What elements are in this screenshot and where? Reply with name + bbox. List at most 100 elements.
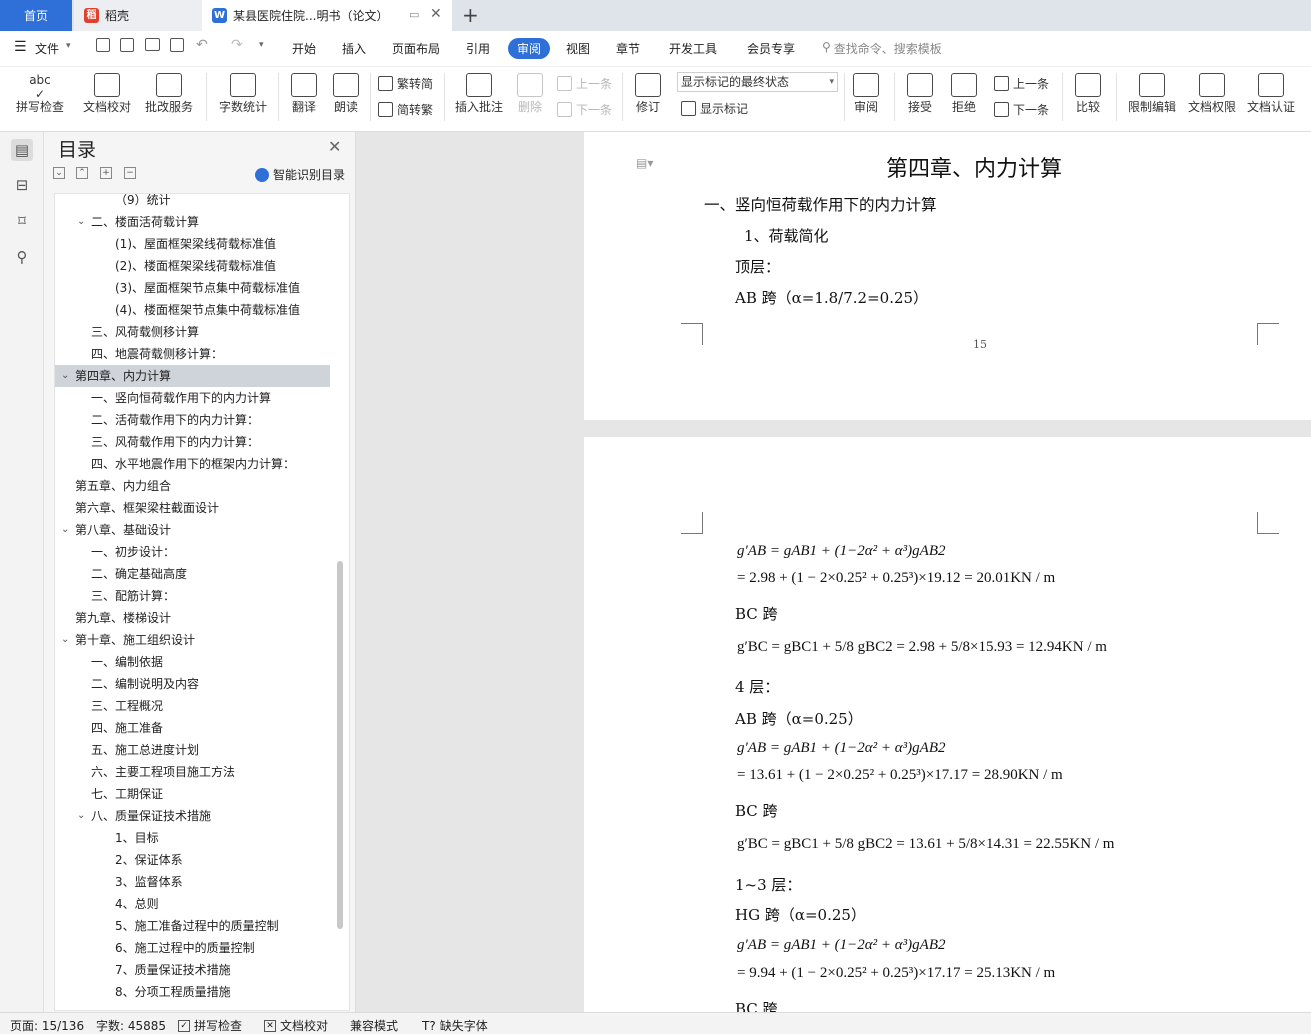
- toc-item[interactable]: 三、风荷载作用下的内力计算：: [55, 431, 330, 453]
- track-changes-button[interactable]: 修订: [628, 67, 668, 129]
- markup-state-select[interactable]: 显示标记的最终状态 ▾: [677, 72, 838, 92]
- chevron-down-icon[interactable]: ▾: [66, 41, 71, 51]
- expand-chevron-icon[interactable]: ⌄: [61, 365, 69, 387]
- add-heading-icon[interactable]: +: [100, 167, 112, 179]
- show-markup-button[interactable]: 显示标记: [681, 100, 748, 117]
- toc-item[interactable]: (4)、楼面框架节点集中荷载标准值: [55, 299, 330, 321]
- next-comment-button[interactable]: 下一条: [557, 101, 612, 118]
- quick-access-dropdown-icon[interactable]: ▾: [259, 40, 264, 50]
- review-pane-button[interactable]: 审阅: [846, 67, 886, 129]
- word-count-button[interactable]: 字数统计: [214, 67, 272, 129]
- toc-item[interactable]: 二、确定基础高度: [55, 563, 330, 585]
- export-pdf-icon[interactable]: [120, 38, 134, 52]
- toc-item[interactable]: 二、编制说明及内容: [55, 673, 330, 695]
- toc-item[interactable]: 四、水平地震作用下的框架内力计算：: [55, 453, 330, 475]
- toc-item[interactable]: 一、初步设计：: [55, 541, 330, 563]
- status-spellcheck[interactable]: ✓ 拼写检查: [178, 1017, 242, 1034]
- toc-icon[interactable]: ▤: [11, 139, 33, 161]
- save-icon[interactable]: [96, 38, 110, 52]
- toc-item[interactable]: 七、工期保证: [55, 783, 330, 805]
- toc-item[interactable]: （9）统计: [55, 194, 330, 211]
- toc-item[interactable]: 二、活荷载作用下的内力计算：: [55, 409, 330, 431]
- remove-heading-icon[interactable]: −: [124, 167, 136, 179]
- toc-item[interactable]: 4、总则: [55, 893, 330, 915]
- toc-item[interactable]: 第五章、内力组合: [55, 475, 330, 497]
- toc-item[interactable]: 6、施工过程中的质量控制: [55, 937, 330, 959]
- toc-item[interactable]: 五、施工总进度计划: [55, 739, 330, 761]
- chapter-nav-icon[interactable]: ⊟: [11, 174, 33, 196]
- expand-chevron-icon[interactable]: ⌄: [77, 805, 85, 827]
- status-doc-proof[interactable]: ✕ 文档校对: [264, 1017, 328, 1034]
- expand-chevron-icon[interactable]: ⌄: [61, 629, 69, 651]
- page-options-icon[interactable]: ▤▾: [636, 156, 653, 170]
- simp-to-trad-button[interactable]: 简转繁: [378, 101, 433, 118]
- compare-button[interactable]: 比较: [1068, 67, 1108, 129]
- print-preview-icon[interactable]: [170, 38, 184, 52]
- menu-member[interactable]: 会员专享: [747, 40, 795, 57]
- delete-comment-button[interactable]: 删除: [510, 67, 550, 129]
- pin-icon[interactable]: ▭: [409, 8, 419, 21]
- toc-item[interactable]: 8、分项工程质量措施: [55, 981, 330, 1003]
- toc-item[interactable]: 四、施工准备: [55, 717, 330, 739]
- hamburger-icon[interactable]: ☰: [14, 39, 27, 55]
- toc-item[interactable]: (2)、楼面框架梁线荷载标准值: [55, 255, 330, 277]
- toc-item[interactable]: ⌄ 第八章、基础设计: [55, 519, 330, 541]
- close-tab-icon[interactable]: ✕: [430, 6, 442, 22]
- next-change-button[interactable]: 下一条: [994, 101, 1049, 118]
- spellcheck-button[interactable]: abc ✓ 拼写检查: [8, 67, 72, 129]
- read-aloud-button[interactable]: 朗读: [328, 67, 364, 129]
- toc-item[interactable]: ⌄ 第四章、内力计算: [55, 365, 330, 387]
- menu-chapter[interactable]: 章节: [616, 40, 640, 57]
- toc-item[interactable]: 四、地震荷载侧移计算：: [55, 343, 330, 365]
- bookmark-icon[interactable]: ⌑: [11, 210, 33, 232]
- prev-change-button[interactable]: 上一条: [994, 75, 1049, 92]
- expand-chevron-icon[interactable]: ⌄: [77, 211, 85, 233]
- tab-daoke[interactable]: 稻 稻壳: [74, 0, 202, 31]
- translate-button[interactable]: 翻译: [284, 67, 324, 129]
- collapse-all-icon[interactable]: ⌄: [53, 167, 65, 179]
- toc-item[interactable]: 三、工程概况: [55, 695, 330, 717]
- toc-scrollbar[interactable]: [337, 561, 343, 929]
- toc-item[interactable]: ⌄ 二、楼面活荷载计算: [55, 211, 330, 233]
- menu-insert[interactable]: 插入: [342, 40, 366, 57]
- doc-permission-button[interactable]: 文档权限: [1184, 67, 1240, 129]
- accept-button[interactable]: 接受: [900, 67, 940, 129]
- expand-chevron-icon[interactable]: ⌄: [61, 519, 69, 541]
- trad-to-simp-button[interactable]: 繁转简: [378, 75, 433, 92]
- toc-item[interactable]: 2、保证体系: [55, 849, 330, 871]
- toc-item[interactable]: 一、编制依据: [55, 651, 330, 673]
- menu-page-layout[interactable]: 页面布局: [392, 40, 440, 57]
- toc-item[interactable]: 5、施工准备过程中的质量控制: [55, 915, 330, 937]
- toc-item[interactable]: 1、目标: [55, 827, 330, 849]
- toc-item[interactable]: 一、竖向恒荷载作用下的内力计算: [55, 387, 330, 409]
- search-icon[interactable]: ⚲: [11, 246, 33, 268]
- word-count-indicator[interactable]: 字数: 45885: [96, 1017, 166, 1034]
- command-search[interactable]: ⚲ 查找命令、搜索模板: [822, 40, 942, 57]
- toc-item[interactable]: ⌄ 第十章、施工组织设计: [55, 629, 330, 651]
- toc-item[interactable]: 3、监督体系: [55, 871, 330, 893]
- menu-developer[interactable]: 开发工具: [669, 40, 717, 57]
- close-icon[interactable]: ✕: [328, 137, 341, 156]
- missing-font-indicator[interactable]: T? 缺失字体: [422, 1017, 488, 1034]
- undo-icon[interactable]: ↶: [196, 37, 208, 53]
- doc-cert-button[interactable]: 文档认证: [1243, 67, 1299, 129]
- toc-item[interactable]: 六、主要工程项目施工方法: [55, 761, 330, 783]
- expand-up-icon[interactable]: ⌃: [76, 167, 88, 179]
- batch-service-button[interactable]: 批改服务: [140, 67, 198, 129]
- smart-toc-button[interactable]: 智能识别目录: [255, 166, 345, 183]
- tab-home[interactable]: 首页: [0, 0, 72, 31]
- menu-review[interactable]: 审阅: [508, 38, 551, 59]
- insert-comment-button[interactable]: 插入批注: [450, 67, 508, 129]
- toc-item[interactable]: 7、质量保证技术措施: [55, 959, 330, 981]
- toc-item[interactable]: (1)、屋面框架梁线荷载标准值: [55, 233, 330, 255]
- menu-references[interactable]: 引用: [466, 40, 490, 57]
- toc-item[interactable]: ⌄ 八、质量保证技术措施: [55, 805, 330, 827]
- toc-item[interactable]: (3)、屋面框架节点集中荷载标准值: [55, 277, 330, 299]
- page-indicator[interactable]: 页面: 15/136: [10, 1017, 84, 1034]
- print-icon[interactable]: [145, 38, 160, 51]
- toc-item[interactable]: 三、配筋计算：: [55, 585, 330, 607]
- toc-item[interactable]: 第九章、楼梯设计: [55, 607, 330, 629]
- menu-start[interactable]: 开始: [292, 40, 316, 57]
- menu-view[interactable]: 视图: [566, 40, 590, 57]
- restrict-edit-button[interactable]: 限制编辑: [1124, 67, 1180, 129]
